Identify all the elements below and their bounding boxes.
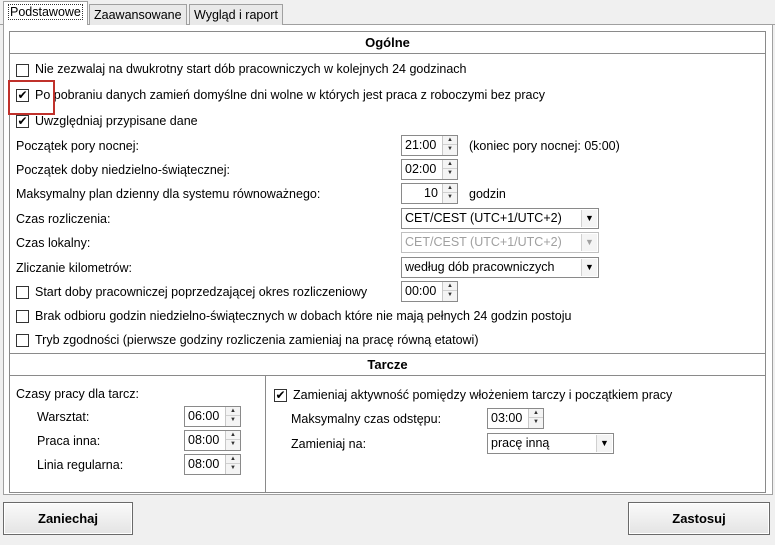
spinner-arrows[interactable]: ▲ ▼ <box>442 160 457 179</box>
spinner-arrows[interactable]: ▲ ▼ <box>528 409 543 428</box>
spinner-arrows[interactable]: ▲ ▼ <box>225 431 240 450</box>
regular-line-label: Linia regularna: <box>37 458 124 472</box>
replace-activity-checkbox[interactable]: ✔ <box>274 389 287 402</box>
spin-up-icon[interactable]: ▲ <box>226 431 240 440</box>
settlement-time-label: Czas rozliczenia: <box>16 212 111 226</box>
spin-down-icon[interactable]: ▼ <box>226 440 240 449</box>
km-counting-select[interactable]: według dób pracowniczych ▼ <box>401 257 599 278</box>
replace-with-select[interactable]: pracę inną ▼ <box>487 433 614 454</box>
other-work-label: Praca inna: <box>37 434 101 448</box>
other-work-value: 08:00 <box>188 433 220 447</box>
sunday-start-value: 02:00 <box>405 162 437 176</box>
local-time-value: CET/CEST (UTC+1/UTC+2) <box>405 235 562 249</box>
replace-days-off-label: Po pobraniu danych zamień domyślne dni w… <box>35 88 545 102</box>
spin-down-icon[interactable]: ▼ <box>529 418 543 427</box>
settings-panel: Ogólne Nie zezwalaj na dwukrotny start d… <box>3 25 773 495</box>
spin-down-icon[interactable]: ▼ <box>226 416 240 425</box>
replace-with-label: Zamieniaj na: <box>291 437 367 451</box>
preceding-day-value: 00:00 <box>405 284 437 298</box>
max-gap-value: 03:00 <box>491 411 523 425</box>
section-title-general: Ogólne <box>10 32 765 54</box>
spin-down-icon[interactable]: ▼ <box>443 145 457 154</box>
compliance-mode-checkbox[interactable] <box>16 334 29 347</box>
regular-line-value: 08:00 <box>188 457 220 471</box>
sunday-start-label: Początek doby niedzielno-świątecznej: <box>16 163 231 177</box>
local-time-label: Czas lokalny: <box>16 236 91 250</box>
spin-up-icon[interactable]: ▲ <box>443 282 457 291</box>
max-daily-plan-unit: godzin <box>469 187 506 201</box>
spinner-arrows[interactable]: ▲ ▼ <box>442 136 457 155</box>
spin-down-icon[interactable]: ▼ <box>443 169 457 178</box>
km-counting-label: Zliczanie kilometrów: <box>16 261 133 275</box>
regular-line-spinner[interactable]: 08:00 ▲ ▼ <box>184 454 241 475</box>
tab-wyglad-i-raport[interactable]: Wygląd i raport <box>189 4 283 25</box>
cancel-button[interactable]: Zaniechaj <box>3 502 133 535</box>
assigned-data-checkbox[interactable]: ✔ <box>16 115 29 128</box>
chevron-down-icon[interactable]: ▼ <box>596 435 612 452</box>
no-sunday-pickup-checkbox[interactable] <box>16 310 29 323</box>
other-work-spinner[interactable]: 08:00 ▲ ▼ <box>184 430 241 451</box>
assigned-data-label: Uwzględniaj przypisane dane <box>35 114 198 128</box>
settings-frame: Ogólne Nie zezwalaj na dwukrotny start d… <box>9 31 766 493</box>
spin-down-icon[interactable]: ▼ <box>226 464 240 473</box>
max-daily-plan-value: 10 <box>424 186 438 200</box>
tab-zaawansowane[interactable]: Zaawansowane <box>89 4 187 25</box>
max-daily-plan-spinner[interactable]: 10 ▲ ▼ <box>401 183 458 204</box>
spin-up-icon[interactable]: ▲ <box>226 455 240 464</box>
preceding-day-checkbox[interactable] <box>16 286 29 299</box>
tab-label: Podstawowe <box>8 4 83 20</box>
workshop-value: 06:00 <box>188 409 220 423</box>
night-start-label: Początek pory nocnej: <box>16 139 139 153</box>
spinner-arrows[interactable]: ▲ ▼ <box>442 282 457 301</box>
chevron-down-icon[interactable]: ▼ <box>581 210 597 227</box>
night-start-value: 21:00 <box>405 138 437 152</box>
max-gap-label: Maksymalny czas odstępu: <box>291 412 442 426</box>
work-times-label: Czasy pracy dla tarcz: <box>16 387 139 401</box>
replace-activity-label: Zamieniaj aktywność pomiędzy włożeniem t… <box>293 388 673 402</box>
spin-down-icon[interactable]: ▼ <box>443 291 457 300</box>
workshop-label: Warsztat: <box>37 410 90 424</box>
spinner-arrows[interactable]: ▲ ▼ <box>225 407 240 426</box>
max-gap-spinner[interactable]: 03:00 ▲ ▼ <box>487 408 544 429</box>
discs-column-divider <box>265 376 266 493</box>
max-daily-plan-label: Maksymalny plan dzienny dla systemu równ… <box>16 187 321 201</box>
sunday-start-spinner[interactable]: 02:00 ▲ ▼ <box>401 159 458 180</box>
spin-up-icon[interactable]: ▲ <box>443 184 457 193</box>
highlight-box <box>8 80 55 115</box>
spinner-arrows[interactable]: ▲ ▼ <box>225 455 240 474</box>
night-end-note: (koniec pory nocnej: 05:00) <box>469 139 620 153</box>
spin-up-icon[interactable]: ▲ <box>529 409 543 418</box>
no-double-start-checkbox[interactable] <box>16 64 29 77</box>
spin-up-icon[interactable]: ▲ <box>443 160 457 169</box>
chevron-down-icon[interactable]: ▼ <box>581 259 597 276</box>
spinner-arrows[interactable]: ▲ ▼ <box>442 184 457 203</box>
night-start-spinner[interactable]: 21:00 ▲ ▼ <box>401 135 458 156</box>
settlement-time-value: CET/CEST (UTC+1/UTC+2) <box>405 211 562 225</box>
local-time-select: CET/CEST (UTC+1/UTC+2) ▼ <box>401 232 599 253</box>
workshop-spinner[interactable]: 06:00 ▲ ▼ <box>184 406 241 427</box>
preceding-day-spinner[interactable]: 00:00 ▲ ▼ <box>401 281 458 302</box>
compliance-mode-label: Tryb zgodności (pierwsze godziny rozlicz… <box>35 333 479 347</box>
spin-up-icon[interactable]: ▲ <box>443 136 457 145</box>
preceding-day-label: Start doby pracowniczej poprzedzającej o… <box>35 285 368 299</box>
chevron-down-icon: ▼ <box>581 234 597 251</box>
tab-label: Zaawansowane <box>94 8 182 22</box>
no-double-start-label: Nie zezwalaj na dwukrotny start dób prac… <box>35 62 467 76</box>
no-sunday-pickup-label: Brak odbioru godzin niedzielno-świąteczn… <box>35 309 572 323</box>
spin-down-icon[interactable]: ▼ <box>443 193 457 202</box>
tab-podstawowe[interactable]: Podstawowe <box>3 1 88 25</box>
apply-button[interactable]: Zastosuj <box>628 502 770 535</box>
settlement-time-select[interactable]: CET/CEST (UTC+1/UTC+2) ▼ <box>401 208 599 229</box>
replace-with-value: pracę inną <box>491 436 550 450</box>
tab-bar: Podstawowe Zaawansowane Wygląd i raport <box>0 0 775 26</box>
tab-label: Wygląd i raport <box>194 8 278 22</box>
km-counting-value: według dób pracowniczych <box>405 260 555 274</box>
section-title-discs: Tarcze <box>10 354 765 376</box>
spin-up-icon[interactable]: ▲ <box>226 407 240 416</box>
